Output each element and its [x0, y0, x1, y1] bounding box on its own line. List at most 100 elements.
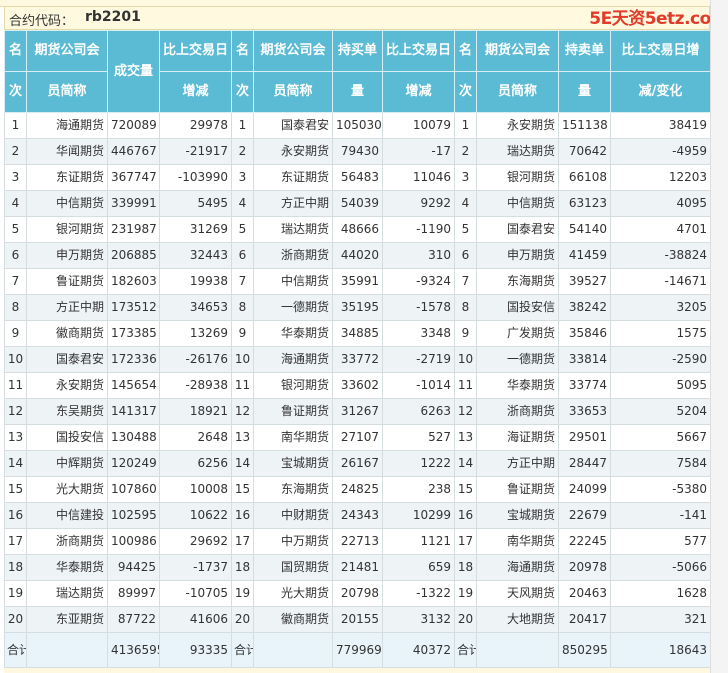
total-spacer	[253, 632, 333, 668]
volume-broker-cell: 华闻期货	[26, 138, 108, 165]
short-position-cell: 20978	[558, 554, 611, 581]
long-change-cell: 3348	[382, 320, 455, 347]
short-position-cell: 28447	[558, 450, 611, 477]
header-volume-broker: 期货公司会	[26, 30, 108, 72]
table-row: 18 华泰期货 94425 -1737 18 国贸期货 21481 659 18 海通期货 2097…	[4, 554, 711, 581]
short-change-cell: 5667	[610, 424, 711, 451]
short-change-cell: -5380	[610, 476, 711, 503]
header-volume-change: 比上交易日	[159, 30, 232, 72]
vertical-scrollbar[interactable]	[710, 0, 728, 673]
long-change-cell: 1222	[382, 450, 455, 477]
long-position-cell: 35991	[332, 268, 383, 295]
header-short-position: 持卖单	[558, 30, 611, 72]
header-long-change-2: 增减	[382, 71, 455, 113]
table-row: 13 国投安信 130488 2648 13 南华期货 27107 527 13 海证期货 2950…	[4, 424, 711, 451]
long-change-cell: -1190	[382, 216, 455, 243]
short-change-cell: -4959	[610, 138, 711, 165]
volume-change-cell: -103990	[159, 164, 232, 191]
long-change-cell: 238	[382, 476, 455, 503]
rank-cell: 3	[4, 164, 27, 191]
rank-cell: 2	[231, 138, 254, 165]
long-change-cell: 6263	[382, 398, 455, 425]
volume-change-cell: 32443	[159, 242, 232, 269]
long-position-cell: 20798	[332, 580, 383, 607]
ranking-rows: 1 海通期货 720089 29978 1 国泰君安 105030 10079 1 永安期货 151…	[4, 112, 711, 633]
rank-cell: 11	[4, 372, 27, 399]
rank-cell: 17	[231, 528, 254, 555]
rank-cell: 5	[454, 216, 477, 243]
long-position-cell: 26167	[332, 450, 383, 477]
short-position-cell: 24099	[558, 476, 611, 503]
rank-cell: 7	[4, 268, 27, 295]
short-position-cell: 63123	[558, 190, 611, 217]
long-position-cell: 20155	[332, 606, 383, 633]
short-broker-cell: 申万期货	[476, 242, 559, 269]
rank-cell: 5	[231, 216, 254, 243]
volume-cell: 367747	[107, 164, 160, 191]
rank-cell: 16	[4, 502, 27, 529]
header-rank: 名	[4, 30, 27, 72]
volume-cell: 107860	[107, 476, 160, 503]
volume-cell: 173385	[107, 320, 160, 347]
long-broker-cell: 华泰期货	[253, 320, 333, 347]
rank-cell: 13	[231, 424, 254, 451]
table-row: 7 鲁证期货 182603 19938 7 中信期货 35991 -9324 7 东海期货 3952…	[4, 268, 711, 295]
long-broker-cell: 光大期货	[253, 580, 333, 607]
short-broker-cell: 国投安信	[476, 294, 559, 321]
rank-cell: 12	[4, 398, 27, 425]
header-long-position-2: 量	[332, 71, 383, 113]
table-row: 14 中辉期货 120249 6256 14 宝城期货 26167 1222 14 方正中期 284…	[4, 450, 711, 477]
total-label: 合计	[454, 632, 477, 668]
volume-broker-cell: 华泰期货	[26, 554, 108, 581]
volume-change-cell: 10008	[159, 476, 232, 503]
long-position-cell: 24825	[332, 476, 383, 503]
long-position-cell: 48666	[332, 216, 383, 243]
short-broker-cell: 广发期货	[476, 320, 559, 347]
rank-cell: 12	[231, 398, 254, 425]
rank-cell: 8	[454, 294, 477, 321]
header-rank-2: 次	[4, 71, 27, 113]
total-spacer	[476, 632, 559, 668]
long-broker-cell: 徽商期货	[253, 606, 333, 633]
short-change-cell: -14671	[610, 268, 711, 295]
volume-cell: 182603	[107, 268, 160, 295]
rank-cell: 11	[454, 372, 477, 399]
header-rank: 名	[231, 30, 254, 72]
rank-cell: 4	[231, 190, 254, 217]
volume-broker-cell: 海通期货	[26, 112, 108, 139]
long-change-cell: 310	[382, 242, 455, 269]
rank-cell: 14	[4, 450, 27, 477]
volume-broker-cell: 光大期货	[26, 476, 108, 503]
rank-cell: 8	[4, 294, 27, 321]
volume-broker-cell: 申万期货	[26, 242, 108, 269]
short-broker-cell: 鲁证期货	[476, 476, 559, 503]
rank-cell: 15	[4, 476, 27, 503]
volume-change-cell: 5495	[159, 190, 232, 217]
short-change-cell: 3205	[610, 294, 711, 321]
volume-cell: 339991	[107, 190, 160, 217]
rank-cell: 13	[4, 424, 27, 451]
rank-cell: 2	[4, 138, 27, 165]
volume-broker-cell: 中辉期货	[26, 450, 108, 477]
volume-broker-cell: 方正中期	[26, 294, 108, 321]
rank-cell: 10	[454, 346, 477, 373]
short-change-cell: 5204	[610, 398, 711, 425]
volume-cell: 94425	[107, 554, 160, 581]
long-broker-cell: 宝城期货	[253, 450, 333, 477]
volume-change-cell: 29692	[159, 528, 232, 555]
rank-cell: 6	[231, 242, 254, 269]
short-broker-cell: 天风期货	[476, 580, 559, 607]
volume-change-cell: 6256	[159, 450, 232, 477]
rank-cell: 14	[231, 450, 254, 477]
short-broker-cell: 南华期货	[476, 528, 559, 555]
header-volume-change-2: 增减	[159, 71, 232, 113]
contract-code-label: 合约代码：	[9, 14, 75, 29]
rank-cell: 17	[4, 528, 27, 555]
header-long-broker: 期货公司会	[253, 30, 333, 72]
rank-cell: 7	[231, 268, 254, 295]
volume-change-cell: 31269	[159, 216, 232, 243]
table-row: 12 东吴期货 141317 18921 12 鲁证期货 31267 6263 12 浙商期货 33…	[4, 398, 711, 425]
long-broker-cell: 中信期货	[253, 268, 333, 295]
total-short-change: 18643	[610, 632, 711, 668]
volume-cell: 231987	[107, 216, 160, 243]
